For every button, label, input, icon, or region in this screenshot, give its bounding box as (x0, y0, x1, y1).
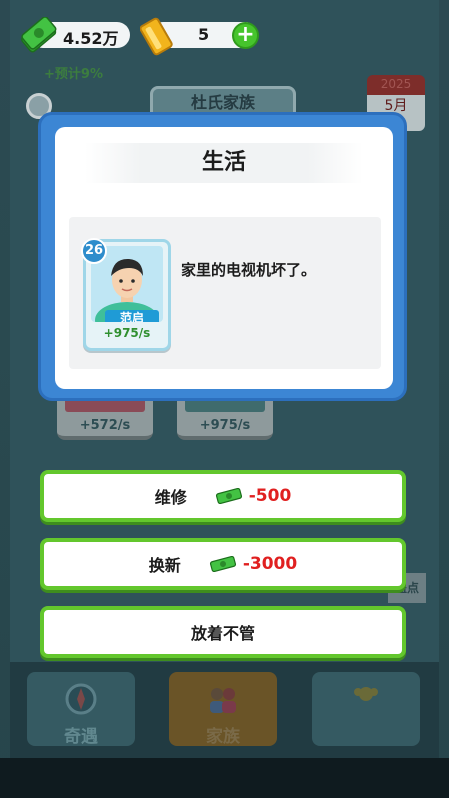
character-card: 范启 26 +975/s (81, 238, 171, 351)
add-gold-button[interactable]: + (232, 22, 259, 49)
option-label: 放着不管 (190, 624, 255, 643)
money-value: 4.52万 (63, 29, 119, 48)
bottom-strip (0, 758, 449, 798)
nav-third[interactable] (312, 672, 420, 746)
option-label: 维修 (154, 488, 187, 507)
cash-icon (209, 556, 236, 572)
event-panel: 范启 26 +975/s 家里的电视机坏了。 (69, 217, 381, 369)
crown-icon (354, 687, 378, 701)
event-dialog-body: 生活 范启 26 +975/s 家里的电视机坏了。 (55, 127, 393, 389)
member-card-income: +975/s (199, 418, 251, 433)
repair-option-button[interactable]: 维修 -500 (40, 470, 406, 522)
family-icon (210, 688, 236, 713)
nav-family[interactable]: 家族 (169, 672, 277, 747)
member-card-income: +572/s (79, 418, 131, 433)
nav-family-label: 家族 (206, 727, 240, 747)
option-label: 换新 (148, 556, 181, 575)
gold-value: 5 (198, 25, 210, 44)
bottom-nav: 奇遇 家族 (10, 662, 439, 758)
cash-stack-icon (21, 17, 57, 53)
nav-adventure[interactable]: 奇遇 (27, 672, 135, 747)
event-description: 家里的电视机坏了。 (181, 261, 317, 279)
character-name: 范启 (105, 310, 159, 322)
cash-icon (215, 488, 242, 504)
nav-adventure-label: 奇遇 (64, 727, 98, 747)
ignore-option-button[interactable]: 放着不管 (40, 606, 406, 658)
bonus-hint-text: +预计9% (44, 67, 103, 82)
calendar-year: 2025 (380, 77, 412, 91)
option-cost: -3000 (242, 554, 298, 574)
event-dialog: 生活 范启 26 +975/s 家里的电视机坏了。 (38, 112, 407, 401)
dialog-title: 生活 (85, 143, 363, 183)
replace-option-button[interactable]: 换新 -3000 (40, 538, 406, 590)
character-age-badge: 26 (81, 238, 107, 264)
character-income: +975/s (103, 326, 151, 340)
compass-icon (65, 683, 97, 715)
gold-bar-icon (140, 17, 173, 56)
option-cost: -500 (248, 486, 292, 506)
